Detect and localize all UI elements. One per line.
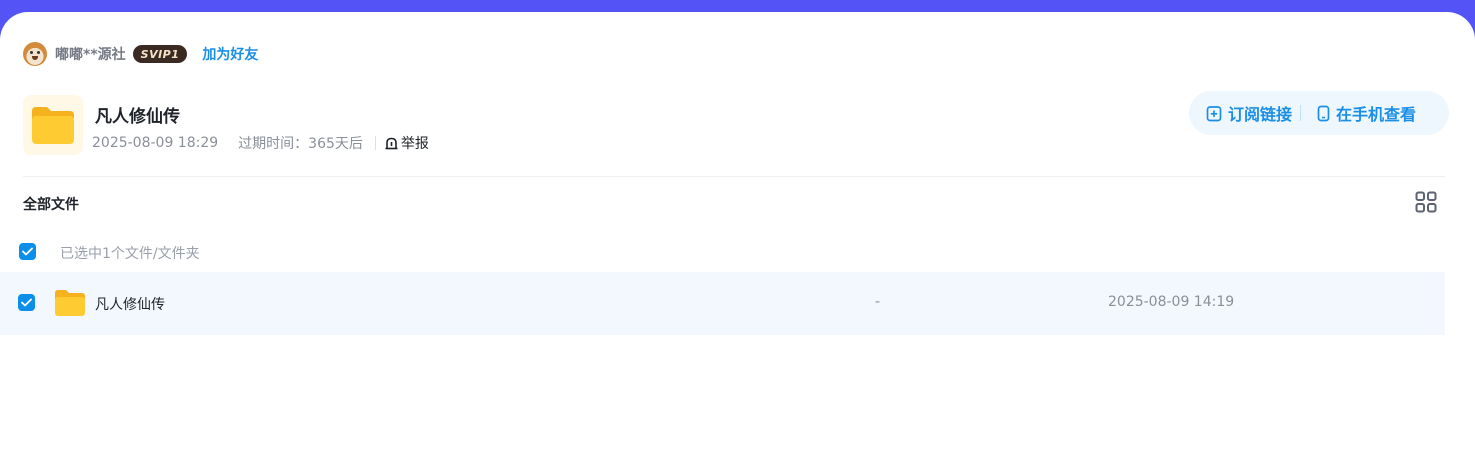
user-info: 嘟嘟**源社 SVIP1 加为好友 (23, 42, 258, 66)
all-files-heading[interactable]: 全部文件 (23, 194, 79, 214)
share-actions: 订阅链接 在手机查看 (1189, 91, 1449, 135)
file-name[interactable]: 凡人修仙传 (95, 294, 165, 314)
file-size: - (875, 294, 881, 310)
view-on-phone-label: 在手机查看 (1336, 105, 1417, 124)
subscribe-icon (1206, 105, 1222, 121)
share-title: 凡人修仙传 (95, 107, 180, 127)
subscribe-link-label: 订阅链接 (1228, 105, 1293, 124)
header-divider (23, 176, 1445, 177)
folder-icon (32, 107, 74, 144)
subscribe-link-button[interactable]: 订阅链接 (1206, 101, 1292, 125)
report-button[interactable]: 举报 (384, 133, 429, 153)
selection-count-text: 已选中1个文件/文件夹 (60, 246, 200, 262)
report-icon (385, 137, 398, 149)
check-icon (21, 298, 32, 307)
file-date: 2025-08-09 14:19 (1108, 294, 1235, 310)
avatar[interactable] (23, 42, 47, 66)
phone-icon (1317, 105, 1330, 121)
share-meta: 2025-08-09 18:29 过期时间：365天后 举报 (92, 133, 429, 153)
actions-divider (1300, 105, 1302, 121)
view-on-phone-button[interactable]: 在手机查看 (1317, 101, 1416, 125)
folder-icon (55, 290, 85, 316)
share-expire-time: 过期时间：365天后 (238, 136, 363, 152)
vip-badge: SVIP1 (132, 45, 188, 63)
user-name[interactable]: 嘟嘟**源社 (55, 44, 126, 64)
share-created-time: 2025-08-09 18:29 (92, 135, 219, 151)
meta-divider (374, 136, 376, 150)
select-all-checkbox[interactable] (19, 243, 36, 260)
share-card: 嘟嘟**源社 SVIP1 加为好友 凡人修仙传 2025-08-09 18:29… (0, 12, 1475, 450)
share-folder-thumbnail (23, 95, 83, 155)
grid-view-icon[interactable] (1415, 191, 1437, 213)
add-friend-link[interactable]: 加为好友 (202, 44, 258, 64)
check-icon (22, 247, 33, 256)
table-row[interactable]: 凡人修仙传 - 2025-08-09 14:19 (0, 272, 1445, 335)
report-label: 举报 (400, 136, 429, 152)
row-checkbox[interactable] (18, 294, 35, 311)
